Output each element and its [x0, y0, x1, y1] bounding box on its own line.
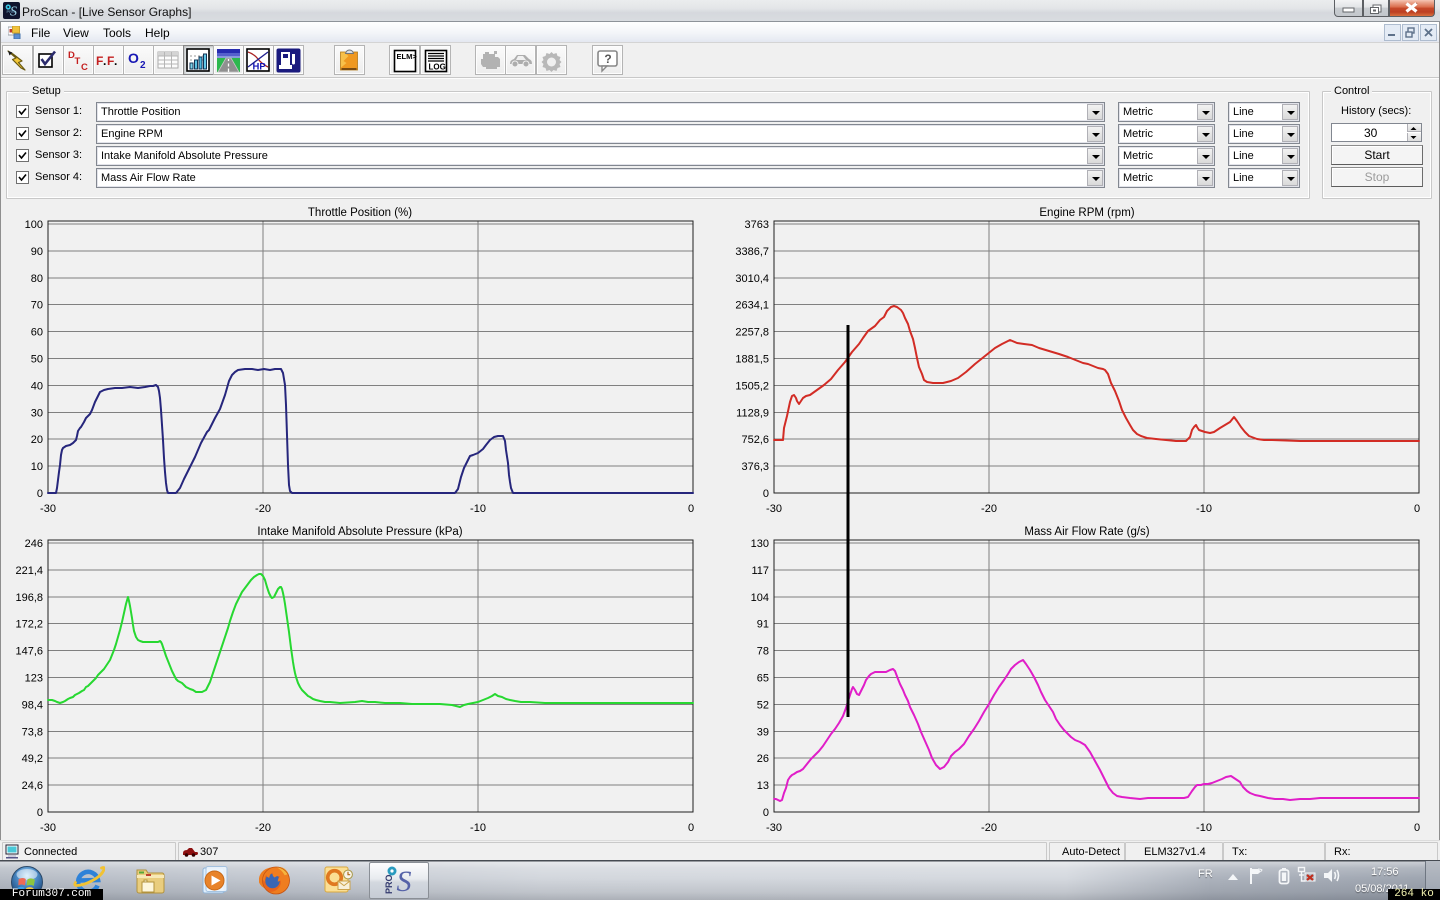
svg-text:0: 0	[37, 488, 43, 500]
svg-text:Mass Air Flow Rate (g/s): Mass Air Flow Rate (g/s)	[1024, 526, 1149, 538]
svg-text:-10: -10	[470, 822, 486, 834]
svg-text:0: 0	[763, 488, 769, 500]
svg-text:65: 65	[757, 673, 769, 685]
svg-text:3763: 3763	[745, 219, 769, 231]
svg-text:-30: -30	[40, 822, 56, 834]
svg-text:26: 26	[757, 753, 769, 765]
svg-text:52: 52	[757, 699, 769, 711]
svg-text:Throttle Position (%): Throttle Position (%)	[308, 207, 412, 219]
svg-text:-30: -30	[766, 503, 782, 515]
svg-text:40: 40	[31, 380, 43, 392]
svg-text:117: 117	[751, 565, 769, 577]
svg-text:80: 80	[31, 273, 43, 285]
svg-text:70: 70	[31, 300, 43, 312]
svg-text:0: 0	[763, 807, 769, 819]
svg-text:Intake Manifold Absolute Press: Intake Manifold Absolute Pressure (kPa)	[257, 526, 462, 538]
svg-text:123: 123	[25, 673, 43, 685]
svg-text:2257,8: 2257,8	[735, 327, 769, 339]
svg-text:752,6: 752,6	[741, 434, 769, 446]
svg-text:30: 30	[31, 407, 43, 419]
svg-text:130: 130	[751, 538, 769, 550]
svg-text:-20: -20	[255, 822, 271, 834]
svg-text:78: 78	[757, 646, 769, 658]
svg-text:20: 20	[31, 434, 43, 446]
svg-text:0: 0	[1414, 503, 1420, 515]
svg-text:S: S	[397, 865, 412, 896]
svg-text:2634,1: 2634,1	[735, 300, 769, 312]
svg-text:147,6: 147,6	[15, 646, 43, 658]
svg-text:49,2: 49,2	[22, 753, 43, 765]
svg-text:-20: -20	[981, 503, 997, 515]
svg-text:1505,2: 1505,2	[735, 380, 769, 392]
svg-text:60: 60	[31, 327, 43, 339]
svg-text:90: 90	[31, 246, 43, 258]
svg-text:-10: -10	[1196, 503, 1212, 515]
svg-text:Engine RPM (rpm): Engine RPM (rpm)	[1039, 207, 1134, 219]
svg-text:100: 100	[25, 219, 43, 231]
svg-text:3386,7: 3386,7	[735, 246, 769, 258]
svg-text:13: 13	[757, 780, 769, 792]
svg-text:196,8: 196,8	[15, 592, 43, 604]
svg-text:0: 0	[37, 807, 43, 819]
svg-text:-10: -10	[470, 503, 486, 515]
svg-text:91: 91	[757, 619, 769, 631]
svg-text:0: 0	[688, 822, 694, 834]
svg-text:1128,9: 1128,9	[736, 407, 769, 419]
svg-text:0: 0	[688, 503, 694, 515]
svg-text:-30: -30	[766, 822, 782, 834]
svg-text:3010,4: 3010,4	[735, 273, 769, 285]
svg-text:246: 246	[25, 538, 43, 550]
svg-text:-10: -10	[1196, 822, 1212, 834]
svg-text:39: 39	[757, 726, 769, 738]
svg-text:0: 0	[1414, 822, 1420, 834]
svg-text:10: 10	[31, 461, 43, 473]
svg-text:98,4: 98,4	[22, 699, 43, 711]
svg-text:104: 104	[751, 592, 769, 604]
svg-text:PRO: PRO	[384, 874, 394, 894]
svg-text:-20: -20	[255, 503, 271, 515]
svg-text:-30: -30	[40, 503, 56, 515]
svg-text:50: 50	[31, 354, 43, 366]
svg-text:221,4: 221,4	[15, 565, 43, 577]
svg-text:24,6: 24,6	[22, 780, 43, 792]
svg-text:376,3: 376,3	[741, 461, 769, 473]
svg-text:-20: -20	[981, 822, 997, 834]
svg-text:73,8: 73,8	[22, 726, 43, 738]
svg-text:172,2: 172,2	[15, 619, 43, 631]
svg-text:1881,5: 1881,5	[735, 354, 769, 366]
